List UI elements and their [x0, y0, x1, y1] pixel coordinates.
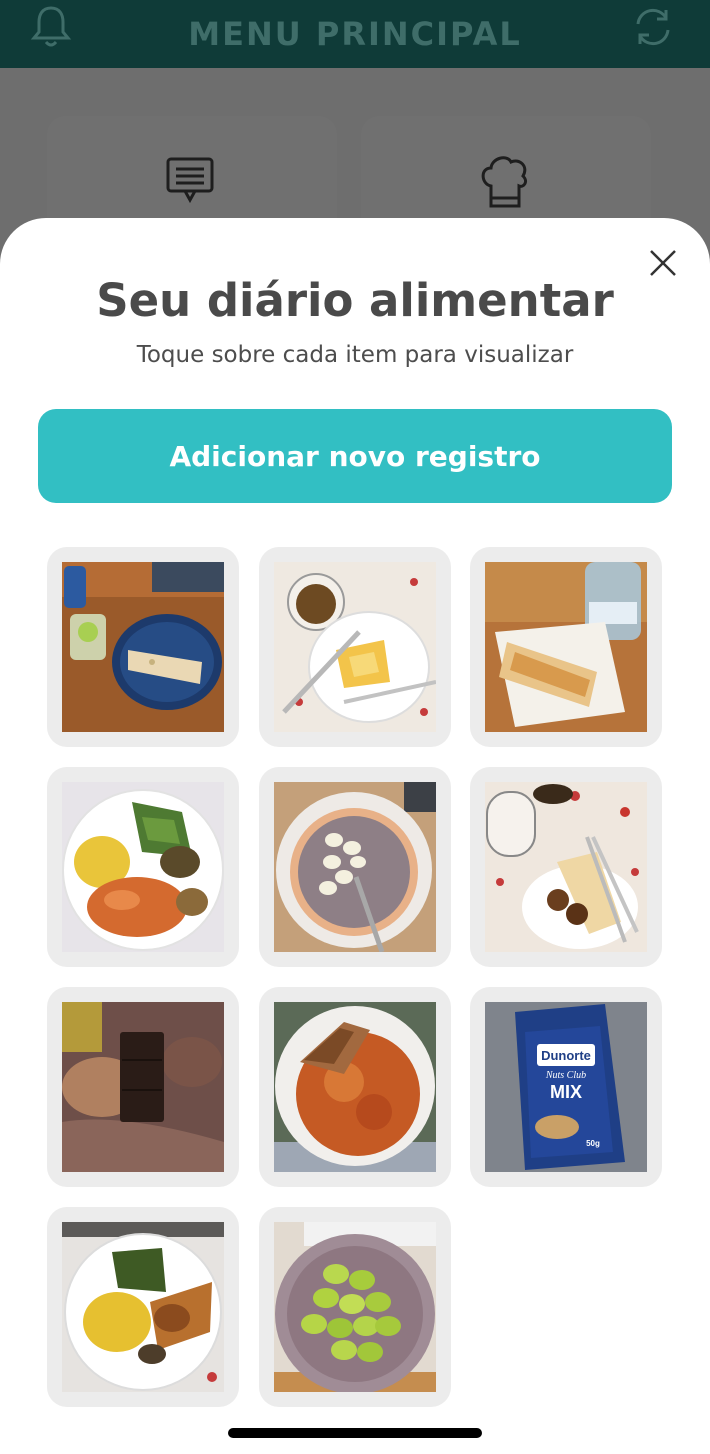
food-photo: [485, 562, 647, 732]
app-header: MENU PRINCIPAL: [0, 0, 710, 68]
food-photo: [274, 562, 436, 732]
bell-icon[interactable]: [30, 4, 72, 50]
food-photo: [62, 562, 224, 732]
food-entry-tile[interactable]: Dunorte Nuts Club MIX 50g: [470, 987, 662, 1187]
food-entry-tile[interactable]: [470, 767, 662, 967]
food-photo: [62, 1222, 224, 1392]
food-entry-tile[interactable]: [47, 1207, 239, 1407]
sheet-subtitle: Toque sobre cada item para visualizar: [136, 342, 574, 368]
food-photo: [274, 782, 436, 952]
add-new-entry-button[interactable]: Adicionar novo registro: [38, 409, 672, 503]
food-photo: [62, 1002, 224, 1172]
food-entry-tile[interactable]: [259, 987, 451, 1187]
package-brand: Dunorte: [541, 1048, 591, 1063]
package-weight: 50g: [586, 1139, 600, 1148]
food-entry-tile[interactable]: [259, 547, 451, 747]
food-entry-tile[interactable]: [470, 547, 662, 747]
food-photo: [274, 1002, 436, 1172]
food-photo: [485, 782, 647, 952]
header-title: MENU PRINCIPAL: [188, 15, 522, 53]
food-entry-tile[interactable]: [47, 547, 239, 747]
refresh-icon[interactable]: [630, 4, 676, 50]
food-entry-tile[interactable]: [47, 767, 239, 967]
food-photo: Dunorte Nuts Club MIX 50g: [485, 1002, 647, 1172]
home-indicator[interactable]: [228, 1428, 482, 1438]
food-entry-tile[interactable]: [259, 1207, 451, 1407]
food-photo: [62, 782, 224, 952]
food-photo: [274, 1222, 436, 1392]
food-diary-sheet: Seu diário alimentar Toque sobre cada it…: [0, 218, 710, 1454]
food-entry-tile[interactable]: [259, 767, 451, 967]
chef-hat-icon: [481, 156, 527, 208]
chat-icon: [166, 157, 214, 204]
food-entry-tile[interactable]: [47, 987, 239, 1187]
sheet-title: Seu diário alimentar: [96, 274, 614, 327]
package-subline: Nuts Club: [545, 1070, 586, 1081]
package-name: MIX: [550, 1082, 582, 1102]
